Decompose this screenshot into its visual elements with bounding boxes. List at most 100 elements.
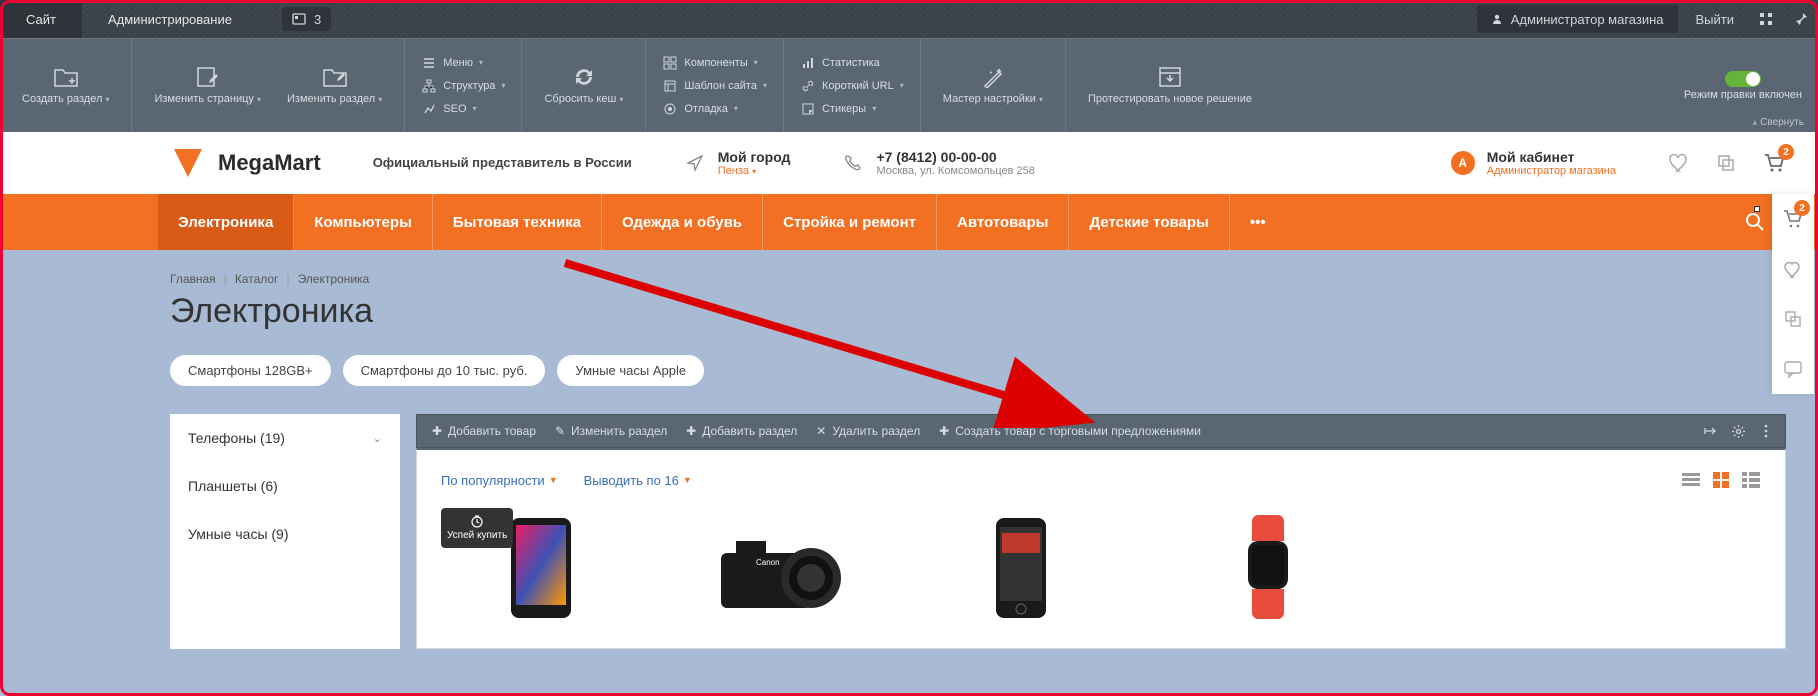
svg-text:Canon: Canon (756, 558, 780, 567)
view-compact-icon[interactable] (1741, 470, 1761, 490)
create-section-button[interactable]: Создать раздел ▾ (12, 61, 119, 110)
structure-icon (422, 79, 436, 93)
notification-badge[interactable]: 3 (282, 7, 331, 31)
short-url-button[interactable]: Короткий URL ▾ (796, 76, 908, 96)
logo-mark-icon (170, 145, 206, 181)
nav-more[interactable]: ••• (1230, 194, 1286, 250)
wizard-button[interactable]: Мастер настройки ▾ (933, 61, 1053, 110)
admin-user-chip[interactable]: Администратор магазина (1477, 5, 1678, 33)
folder-plus-icon (53, 66, 79, 88)
admin-toolbar: Создать раздел ▾ Изменить страницу ▾ Изм… (0, 38, 1818, 132)
dashboard-icon[interactable] (1748, 0, 1784, 38)
ctx-edit-section[interactable]: ✎Изменить раздел (546, 418, 675, 444)
debug-button[interactable]: Отладка ▾ (658, 99, 771, 119)
tab-administration[interactable]: Администрирование (82, 0, 258, 38)
structure-button[interactable]: Структура ▾ (417, 76, 509, 96)
chip-apple-watch[interactable]: Умные часы Apple (557, 355, 704, 386)
sidebar-item-phones[interactable]: Телефоны (19) ⌄ (170, 414, 400, 462)
ctx-gear-icon[interactable] (1725, 418, 1751, 444)
product-card[interactable]: Успей купить (441, 508, 641, 628)
wizard-icon (981, 66, 1005, 88)
ctx-delete-section[interactable]: ✕Удалить раздел (807, 418, 928, 444)
view-grid-icon[interactable] (1711, 470, 1731, 490)
rail-chat-icon[interactable] (1772, 344, 1814, 394)
account-label: Мой кабинет (1487, 149, 1616, 165)
template-button[interactable]: Шаблон сайта ▾ (658, 76, 771, 96)
sidebar-item-tablets[interactable]: Планшеты (6) (170, 462, 400, 510)
product-card[interactable]: Canon (681, 508, 881, 628)
components-button[interactable]: Компоненты ▾ (658, 53, 771, 73)
per-page-dropdown[interactable]: Выводить по 16 ▼ (584, 473, 692, 488)
compare-icon[interactable] (1716, 153, 1736, 173)
product-card[interactable] (921, 508, 1121, 628)
nav-auto[interactable]: Автотовары (937, 194, 1069, 250)
edit-mode-toggle[interactable] (1725, 71, 1761, 87)
product-card[interactable] (1161, 508, 1361, 628)
rail-cart-icon[interactable]: 2 (1772, 194, 1814, 244)
nav-repair[interactable]: Стройка и ремонт (763, 194, 937, 250)
clock-icon (470, 514, 484, 528)
edit-page-button[interactable]: Изменить страницу ▾ (144, 61, 271, 110)
collapse-link[interactable]: ▴ Свернуть (1752, 117, 1804, 128)
exit-link[interactable]: Выйти (1682, 0, 1749, 38)
pin-icon[interactable] (1784, 0, 1818, 38)
stickers-button[interactable]: Стикеры ▾ (796, 99, 908, 119)
avatar: А (1451, 151, 1475, 175)
ctx-add-section[interactable]: ✚Добавить раздел (677, 418, 805, 444)
seo-button[interactable]: SEO ▾ (417, 99, 509, 119)
test-button[interactable]: Протестировать новое решение (1078, 61, 1262, 110)
seo-icon (422, 102, 436, 116)
folder-edit-icon (322, 66, 348, 88)
menu-button[interactable]: Меню ▾ (417, 53, 509, 73)
user-icon (1491, 13, 1503, 25)
admin-user-label: Администратор магазина (1511, 12, 1664, 27)
nav-clothes[interactable]: Одежда и обувь (602, 194, 763, 250)
city-selector[interactable]: Мой город Пенза ▾ (684, 149, 791, 177)
phone-icon (843, 153, 863, 173)
nav-electronics[interactable]: Электроника (158, 194, 294, 250)
notification-count: 3 (314, 12, 321, 27)
edit-section-button[interactable]: Изменить раздел ▾ (277, 61, 392, 110)
sidebar-item-watches[interactable]: Умные часы (9) (170, 510, 400, 558)
tab-site[interactable]: Сайт (0, 0, 82, 38)
phone-block[interactable]: +7 (8412) 00-00-00 Москва, ул. Комсомоль… (842, 149, 1034, 177)
edit-section-label: Изменить раздел ▾ (287, 93, 382, 106)
wishlist-icon[interactable] (1668, 152, 1690, 174)
wizard-label: Мастер настройки ▾ (943, 93, 1043, 106)
ctx-add-product[interactable]: ✚Добавить товар (423, 418, 544, 444)
edit-mode-toggle-area: Режим правки включен ▴ Свернуть (1668, 39, 1818, 132)
cart-icon[interactable]: 2 (1762, 152, 1786, 174)
stats-button[interactable]: Статистика (796, 53, 908, 73)
product-camera-image: Canon (701, 523, 861, 613)
rail-compare-icon[interactable] (1772, 294, 1814, 344)
category-sidebar: Телефоны (19) ⌄ Планшеты (6) Умные часы … (170, 414, 400, 649)
download-box-icon (1157, 65, 1183, 89)
account-user: Администратор магазина (1487, 165, 1616, 177)
breadcrumb-home[interactable]: Главная (170, 272, 216, 286)
brand-logo[interactable]: MegaMart (170, 145, 321, 181)
nav-computers[interactable]: Компьютеры (294, 194, 433, 250)
breadcrumb-catalog[interactable]: Каталог (235, 272, 279, 286)
reset-cache-label: Сбросить кеш ▾ (544, 93, 623, 106)
nav-appliances[interactable]: Бытовая техника (433, 194, 602, 250)
chip-128gb[interactable]: Смартфоны 128GB+ (170, 355, 331, 386)
brand-name: MegaMart (218, 150, 321, 176)
nav-kids[interactable]: Детские товары (1069, 194, 1229, 250)
sort-dropdown[interactable]: По популярности ▼ (441, 473, 558, 488)
view-list-icon[interactable] (1681, 470, 1701, 490)
breadcrumb: Главная | Каталог | Электроника (170, 272, 1786, 286)
account-block[interactable]: А Мой кабинет Администратор магазина (1451, 149, 1616, 177)
search-indicator-icon (1754, 206, 1760, 212)
chip-10k[interactable]: Смартфоны до 10 тыс. руб. (343, 355, 546, 386)
stats-icon (801, 56, 815, 70)
pencil-icon: ✎ (554, 425, 566, 437)
ctx-create-offer[interactable]: ✚Создать товар с торговыми предложениями (930, 418, 1209, 444)
plus-icon: ✚ (685, 425, 697, 437)
ctx-move-icon[interactable] (1697, 418, 1723, 444)
ctx-menu-icon[interactable] (1753, 418, 1779, 444)
product-phone2-image (981, 513, 1061, 623)
debug-icon (663, 102, 677, 116)
rail-wishlist-icon[interactable] (1772, 244, 1814, 294)
menu-icon (422, 56, 436, 70)
reset-cache-button[interactable]: Сбросить кеш ▾ (534, 61, 633, 110)
